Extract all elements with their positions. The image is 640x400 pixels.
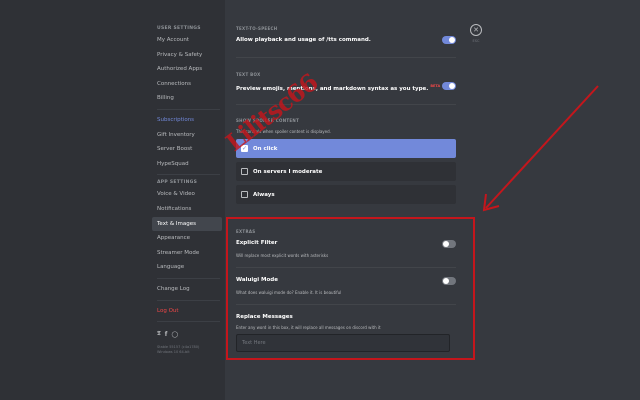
- arrow-shaft: [485, 85, 599, 209]
- annotation-arrow: [482, 85, 599, 212]
